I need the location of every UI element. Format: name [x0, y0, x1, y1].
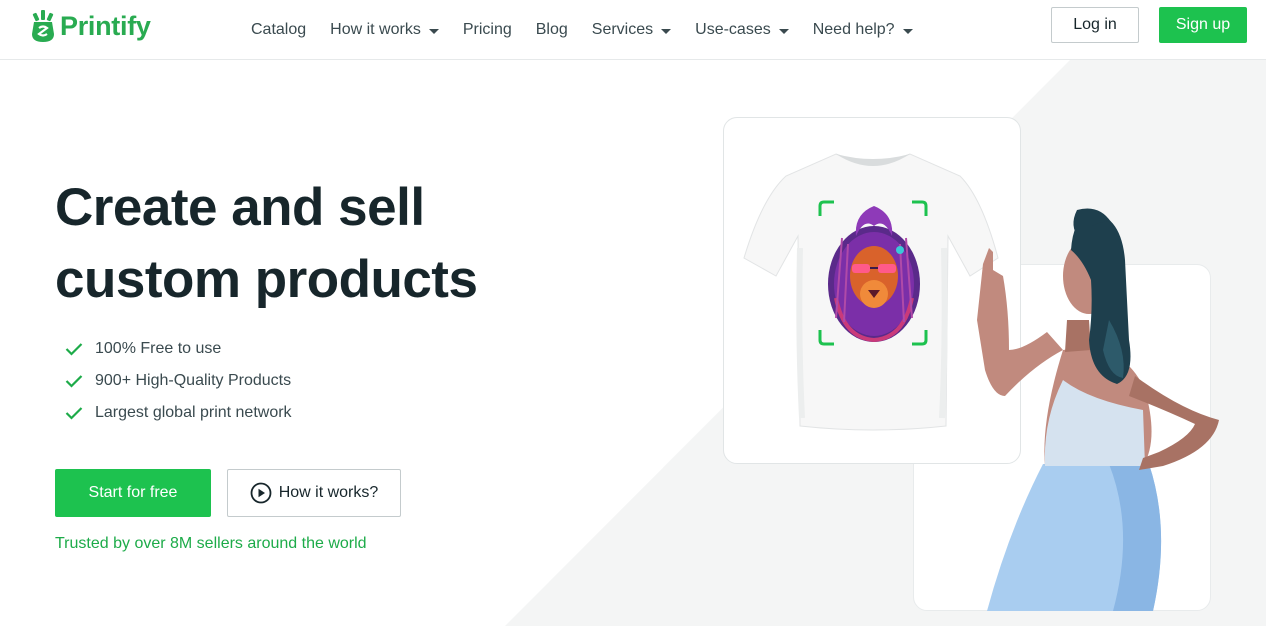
feature-item: 900+ High-Quality Products [65, 365, 292, 397]
check-icon [65, 375, 83, 388]
printify-logo-icon [32, 10, 54, 42]
how-it-works-label: How it works? [278, 484, 379, 501]
nav-label: Blog [535, 21, 568, 38]
nav-item-need-help[interactable]: Need help? [813, 21, 913, 39]
feature-list: 100% Free to use 900+ High-Quality Produ… [65, 333, 292, 429]
trusted-text: Trusted by over 8M sellers around the wo… [55, 535, 367, 552]
caret-down-icon [428, 28, 439, 34]
caret-down-icon [661, 28, 672, 34]
nav-item-how-it-works[interactable]: How it works [330, 21, 439, 39]
login-button[interactable]: Log in [1051, 7, 1139, 43]
nav-item-services[interactable]: Services [591, 21, 672, 39]
woman-illustration [977, 208, 1219, 611]
nav-label: Catalog [251, 21, 307, 38]
signup-button[interactable]: Sign up [1159, 7, 1247, 43]
feature-text: Largest global print network [95, 404, 292, 421]
start-for-free-button[interactable]: Start for free [55, 469, 211, 517]
nav-label: Need help? [812, 21, 895, 38]
hero-title: Create and sell custom products [55, 172, 615, 316]
main-nav: Catalog How it works Pricing Blog Servic… [251, 0, 937, 60]
top-navigation-bar: Printify Catalog How it works Pricing Bl… [0, 0, 1266, 60]
nav-item-blog[interactable]: Blog [536, 21, 568, 39]
printify-logo[interactable]: Printify [30, 8, 151, 44]
check-icon [65, 343, 83, 356]
nav-label: Services [591, 21, 654, 38]
hero-title-line-2: custom products [55, 250, 478, 309]
check-icon [65, 407, 83, 420]
feature-item: 100% Free to use [65, 333, 292, 365]
feature-item: Largest global print network [65, 397, 292, 429]
caret-down-icon [778, 28, 789, 34]
brand-name: Printify [60, 10, 151, 41]
nav-label: Pricing [462, 21, 512, 38]
play-circle-icon [250, 482, 272, 504]
hero-title-line-1: Create and sell [55, 178, 425, 237]
nav-item-use-cases[interactable]: Use-cases [695, 21, 789, 39]
caret-down-icon [902, 28, 913, 34]
feature-text: 100% Free to use [95, 340, 222, 357]
nav-item-pricing[interactable]: Pricing [463, 21, 512, 39]
nav-label: How it works [330, 21, 421, 38]
nav-label: Use-cases [695, 21, 771, 38]
how-it-works-button[interactable]: How it works? [227, 469, 401, 517]
feature-text: 900+ High-Quality Products [95, 372, 292, 389]
nav-item-catalog[interactable]: Catalog [251, 21, 306, 39]
